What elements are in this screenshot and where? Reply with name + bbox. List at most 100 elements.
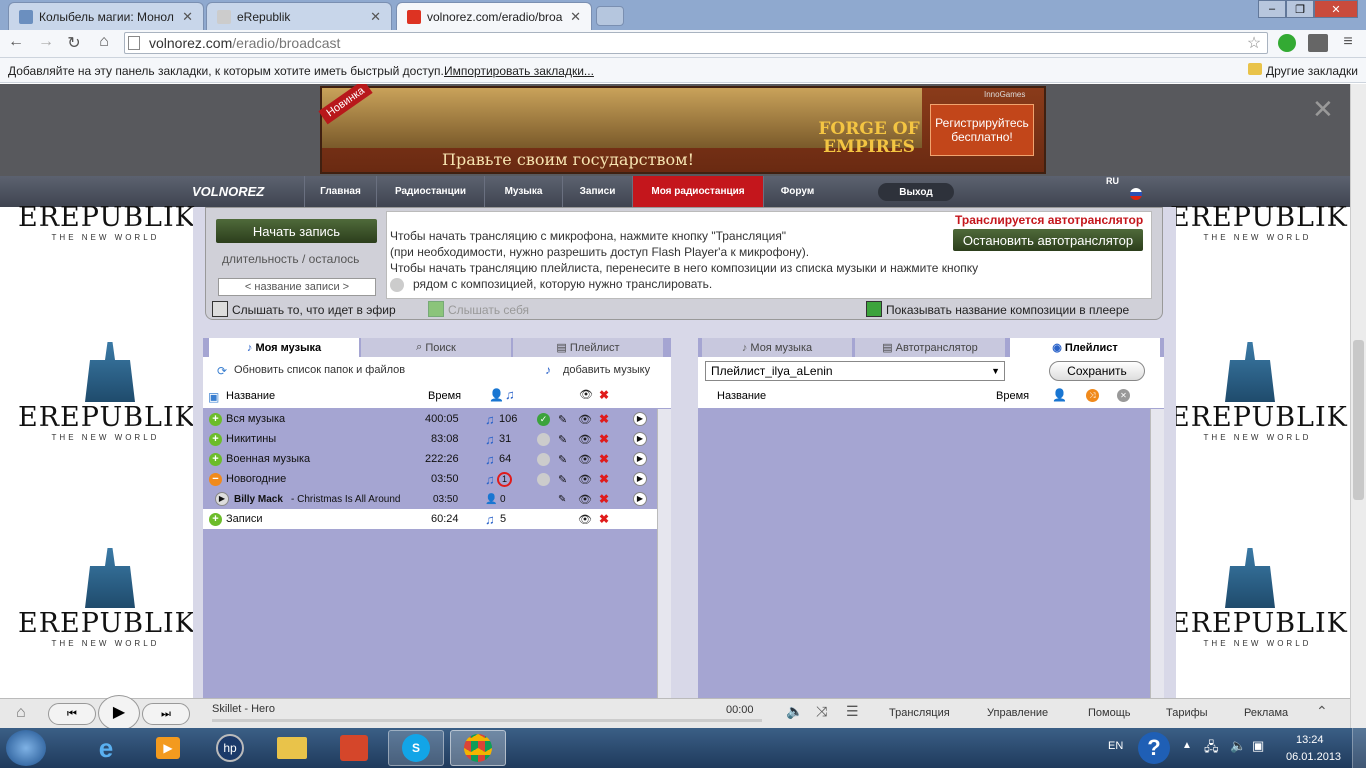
browser-tab-3[interactable]: volnorez.com/eradio/broa ✕ <box>396 2 592 30</box>
tab-my-music[interactable]: ♪ Моя музыка <box>209 338 359 357</box>
check-icon[interactable] <box>537 452 550 466</box>
expand-icon[interactable]: + <box>209 412 222 426</box>
collapse-icon[interactable]: ⌃ <box>1316 703 1328 720</box>
listen-air-checkbox[interactable] <box>212 301 228 317</box>
minimize-button[interactable]: ‒ <box>1258 0 1286 18</box>
lang-label[interactable]: RU <box>1106 176 1119 186</box>
delete-icon[interactable]: ✖ <box>599 412 609 426</box>
tray-arrow-icon[interactable]: ▲ <box>1182 740 1192 751</box>
check-icon[interactable]: ✓ <box>537 412 550 426</box>
delete-icon[interactable]: ✖ <box>599 432 609 446</box>
play-icon[interactable]: ▶ <box>215 492 229 506</box>
shuffle-icon[interactable]: ⤨ <box>1086 389 1099 402</box>
eye-icon[interactable]: 👁 <box>578 493 592 506</box>
listen-self-checkbox[interactable] <box>428 301 444 317</box>
eye-icon[interactable]: 👁 <box>578 413 592 426</box>
nav-my-station[interactable]: Моя радиостанция <box>632 176 763 207</box>
footer-link-tariffs[interactable]: Тарифы <box>1166 707 1208 719</box>
nav-forum[interactable]: Форум <box>763 176 831 207</box>
forward-icon[interactable]: → <box>36 33 56 51</box>
footer-link-help[interactable]: Помощь <box>1088 707 1131 719</box>
home-icon[interactable]: ⌂ <box>94 33 114 51</box>
edit-icon[interactable]: ✎ <box>558 453 567 466</box>
volume-icon[interactable]: 🔈 <box>1230 738 1246 754</box>
tab-autotranslator[interactable]: ▤ Автотранслятор <box>855 338 1005 357</box>
russia-flag-icon[interactable] <box>1130 188 1142 200</box>
eye-icon[interactable]: 👁 <box>578 473 592 486</box>
close-ad-icon[interactable]: ✕ <box>1312 94 1334 125</box>
add-music-icon[interactable]: ♪ <box>545 363 551 377</box>
delete-icon[interactable]: ✖ <box>599 512 609 526</box>
ie-icon[interactable]: e <box>78 730 134 766</box>
expand-icon[interactable]: + <box>209 452 222 466</box>
refresh-link[interactable]: Обновить список папок и файлов <box>234 364 405 376</box>
show-title-checkbox[interactable] <box>866 301 882 317</box>
app-icon[interactable] <box>326 730 382 766</box>
scrollbar[interactable] <box>1150 409 1164 698</box>
prev-button[interactable]: ⏮ <box>48 703 96 725</box>
check-icon[interactable] <box>537 432 550 446</box>
language-indicator[interactable]: EN <box>1108 740 1123 752</box>
new-tab-button[interactable] <box>596 6 624 26</box>
arrow-right-icon[interactable]: ▶ <box>633 492 647 506</box>
nav-stations[interactable]: Радиостанции <box>376 176 484 207</box>
save-button[interactable]: Сохранить <box>1049 361 1145 381</box>
next-button[interactable]: ⏭ <box>142 703 190 725</box>
list-item[interactable]: + Военная музыка 222:26 ♫ 64 ✎ 👁 ✖ ▶ <box>203 449 657 469</box>
eye-icon[interactable]: 👁 <box>578 453 592 466</box>
add-music-link[interactable]: добавить музыку <box>563 364 650 376</box>
star-icon[interactable]: ☆ <box>1244 33 1264 53</box>
delete-icon[interactable]: ✖ <box>599 452 609 466</box>
clock-date[interactable]: 06.01.2013 <box>1286 751 1341 763</box>
clock-time[interactable]: 13:24 <box>1296 734 1324 746</box>
import-bookmarks-link[interactable]: Импортировать закладки... <box>444 64 594 78</box>
extension-icon[interactable] <box>1278 34 1296 52</box>
maximize-button[interactable]: ❐ <box>1286 0 1314 18</box>
address-bar[interactable]: volnorez.com/eradio/broadcast <box>124 32 1268 54</box>
list-item[interactable]: − Новогодние 03:50 ♫ 1 ✎ 👁 ✖ ▶ <box>203 469 657 489</box>
tab-playlist[interactable]: ◉ Плейлист <box>1010 338 1160 357</box>
footer-link-ads[interactable]: Реклама <box>1244 707 1288 719</box>
playlist-icon[interactable]: ☰ <box>846 703 859 720</box>
home-icon[interactable]: ⌂ <box>16 704 26 722</box>
arrow-right-icon[interactable]: ▶ <box>633 472 647 486</box>
arrow-right-icon[interactable]: ▶ <box>633 412 647 426</box>
tray-app-icon[interactable]: ▣ <box>1252 738 1264 754</box>
forge-of-empires-ad[interactable]: Новинка Правьте своим государством! FORG… <box>318 84 1046 174</box>
chrome-icon[interactable] <box>450 730 506 766</box>
explorer-icon[interactable] <box>264 730 320 766</box>
tab-search[interactable]: ⌕ Поиск <box>361 338 511 357</box>
tab-my-music[interactable]: ♪ Моя музыка <box>702 338 852 357</box>
edit-icon[interactable]: ✎ <box>558 494 566 505</box>
tab-playlist[interactable]: ▤ Плейлист <box>513 338 663 357</box>
arrow-right-icon[interactable]: ▶ <box>633 452 647 466</box>
chevron-down-icon[interactable]: ▼ <box>991 366 1000 376</box>
site-logo[interactable]: VOLNOREZ <box>192 184 264 199</box>
delete-icon[interactable]: ✖ <box>599 492 609 506</box>
close-tab-icon[interactable]: ✕ <box>570 9 581 25</box>
edit-icon[interactable]: ✎ <box>558 413 567 426</box>
logout-button[interactable]: Выход <box>878 183 954 201</box>
arrow-right-icon[interactable]: ▶ <box>633 432 647 446</box>
track-row[interactable]: ▶ Billy Mack - Christmas Is All Around 0… <box>203 489 657 509</box>
refresh-icon[interactable]: ⟳ <box>217 364 227 378</box>
reload-icon[interactable]: ↻ <box>64 33 84 53</box>
list-item[interactable]: + Вся музыка 400:05 ♫ 106 ✓ ✎ 👁 ✖ ▶ <box>203 409 657 429</box>
hp-icon[interactable]: hp <box>202 730 258 766</box>
close-tab-icon[interactable]: ✕ <box>182 9 193 25</box>
nav-home[interactable]: Главная <box>304 176 376 207</box>
skype-icon[interactable]: S <box>388 730 444 766</box>
expand-icon[interactable]: + <box>209 432 222 446</box>
shuffle-icon[interactable]: ⤨ <box>816 703 827 720</box>
browser-tab-1[interactable]: Колыбель магии: Монол ✕ <box>8 2 204 30</box>
show-desktop-button[interactable] <box>1352 728 1366 768</box>
scrollbar[interactable] <box>657 409 671 698</box>
register-button[interactable]: Регистрируйтесь бесплатно! <box>930 104 1034 156</box>
footer-link-control[interactable]: Управление <box>987 707 1048 719</box>
eye-icon[interactable]: 👁 <box>578 513 592 526</box>
other-bookmarks[interactable]: Другие закладки <box>1266 64 1358 78</box>
collapse-icon[interactable]: − <box>209 472 222 486</box>
footer-link-broadcast[interactable]: Трансляция <box>889 707 950 719</box>
progress-bar[interactable] <box>212 719 762 722</box>
start-button[interactable] <box>6 730 46 766</box>
